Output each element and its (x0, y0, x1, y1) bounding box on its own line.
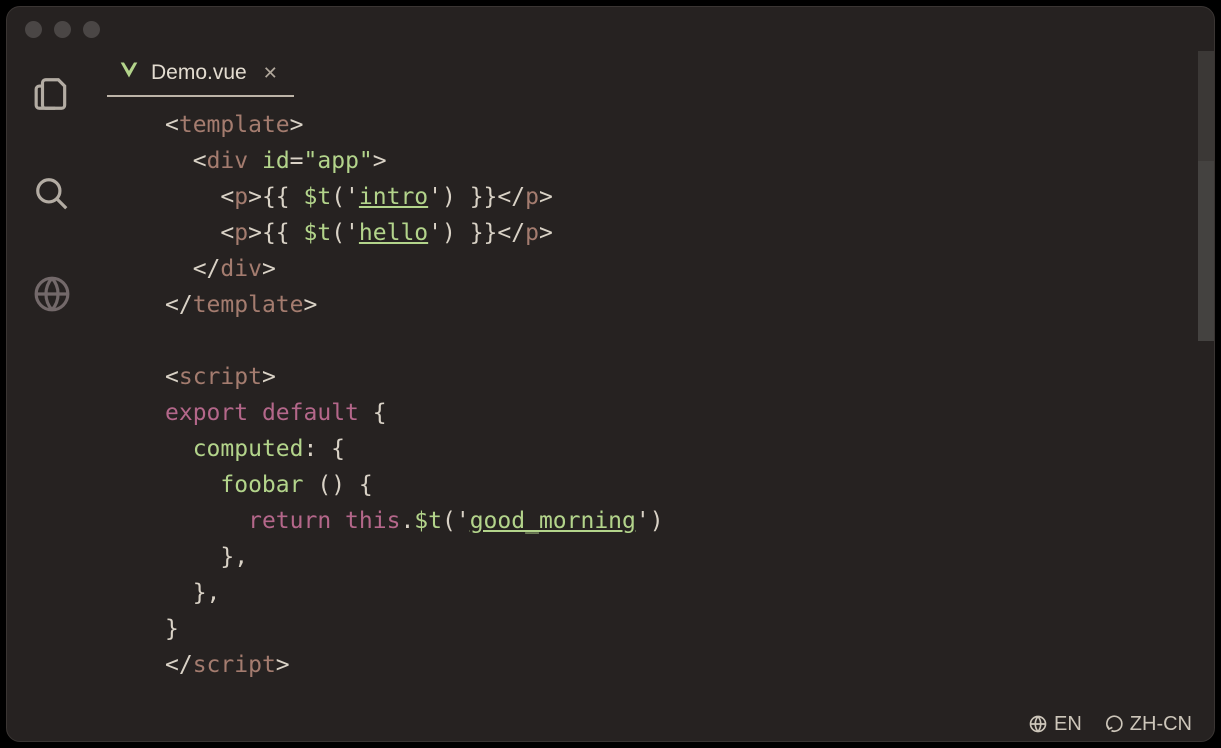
status-language-primary-label: EN (1054, 713, 1082, 736)
close-tab-icon[interactable]: ✕ (259, 63, 282, 84)
window-minimize-icon[interactable] (54, 21, 71, 38)
i18n-key-hello[interactable]: hello (359, 220, 428, 246)
kw-default: default (262, 400, 359, 426)
activity-bar (7, 51, 97, 707)
tag-p: p (234, 184, 248, 210)
tab-demo-vue[interactable]: Demo.vue ✕ (107, 51, 294, 97)
status-language-secondary[interactable]: ZH-CN (1104, 713, 1192, 736)
search-icon[interactable] (33, 175, 71, 213)
attr-id: id (262, 148, 290, 174)
t-call: $t (414, 508, 442, 534)
tag-script-close: script (193, 652, 276, 678)
editor-window: Demo.vue ✕ <template> <div id="app"> <p>… (6, 6, 1215, 742)
kw-this: this (345, 508, 400, 534)
kw-computed: computed (193, 436, 304, 462)
tag-script: script (179, 364, 262, 390)
kw-return: return (248, 508, 331, 534)
status-bar: EN ZH-CN (7, 707, 1214, 741)
status-language-secondary-label: ZH-CN (1130, 713, 1192, 736)
tag-template-close: template (193, 292, 304, 318)
tag-p-close: p (525, 220, 539, 246)
scrollbar-thumb[interactable] (1198, 161, 1214, 341)
vue-file-icon (119, 60, 139, 86)
tag-p-close: p (525, 184, 539, 210)
tab-label: Demo.vue (151, 61, 247, 85)
scrollbar-thumb[interactable] (1198, 51, 1214, 161)
attr-id-value: "app" (304, 148, 373, 174)
globe-icon[interactable] (33, 275, 71, 313)
tab-bar: Demo.vue ✕ (97, 51, 1214, 97)
i18n-key-good-morning[interactable]: good_morning (470, 508, 636, 534)
window-body: Demo.vue ✕ <template> <div id="app"> <p>… (7, 51, 1214, 707)
code-editor[interactable]: <template> <div id="app"> <p>{{ $t('intr… (97, 97, 1214, 707)
tag-div: div (207, 148, 249, 174)
kw-export: export (165, 400, 248, 426)
window-zoom-icon[interactable] (83, 21, 100, 38)
tag-div-close: div (220, 256, 262, 282)
tag-template: template (179, 112, 290, 138)
tag-p: p (234, 220, 248, 246)
i18n-key-intro[interactable]: intro (359, 184, 428, 210)
explorer-icon[interactable] (33, 75, 71, 113)
fn-foobar: foobar (220, 472, 303, 498)
status-language-primary[interactable]: EN (1028, 713, 1082, 736)
editor-main: Demo.vue ✕ <template> <div id="app"> <p>… (97, 51, 1214, 707)
window-close-icon[interactable] (25, 21, 42, 38)
editor-scrollbar[interactable] (1198, 51, 1214, 707)
t-call: $t (304, 184, 332, 210)
titlebar[interactable] (7, 7, 1214, 51)
t-call: $t (304, 220, 332, 246)
